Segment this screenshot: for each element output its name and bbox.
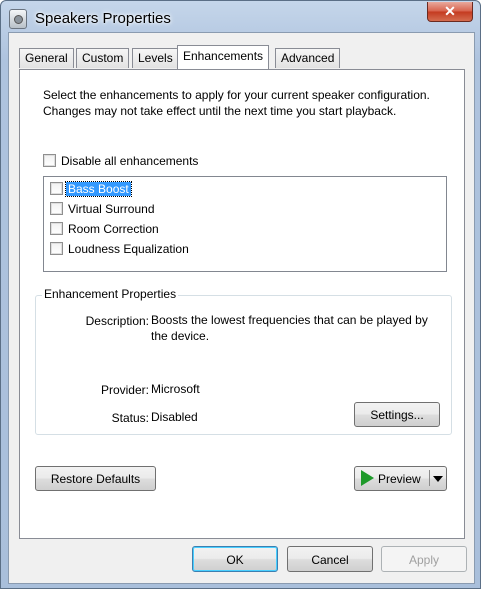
tab-advanced[interactable]: Advanced [275, 48, 341, 68]
provider-value: Microsoft [151, 382, 200, 396]
virtual-surround-checkbox[interactable] [50, 202, 63, 215]
speaker-icon [9, 9, 27, 29]
list-item-virtual-surround[interactable]: Virtual Surround [50, 202, 155, 216]
group-title: Enhancement Properties [42, 287, 179, 301]
window-title: Speakers Properties [35, 10, 171, 27]
preview-button[interactable]: Preview [354, 466, 447, 491]
tab-levels[interactable]: Levels [132, 48, 179, 68]
cancel-button[interactable]: Cancel [287, 546, 373, 572]
title-bar[interactable]: Speakers Properties ✕ [1, 1, 480, 35]
provider-label: Provider: [100, 383, 149, 397]
speakers-properties-window: Speakers Properties ✕ General Custom Lev… [0, 0, 481, 589]
enhancements-list[interactable]: Bass Boost Virtual Surround Room Correct… [43, 176, 447, 272]
tab-general[interactable]: General [19, 48, 74, 68]
intro-text: Select the enhancements to apply for you… [43, 88, 430, 118]
room-correction-label: Room Correction [68, 222, 159, 236]
restore-defaults-button[interactable]: Restore Defaults [35, 466, 156, 491]
status-label: Status: [111, 411, 149, 425]
disable-all-checkbox[interactable] [43, 154, 56, 167]
tab-custom[interactable]: Custom [76, 48, 130, 68]
ok-button[interactable]: OK [192, 546, 278, 572]
enhancement-properties-group: Enhancement Properties Description: Boos… [35, 287, 452, 435]
description-label: Description: [85, 314, 149, 328]
disable-all-row[interactable]: Disable all enhancements [43, 154, 198, 168]
list-item-bass-boost[interactable]: Bass Boost [50, 181, 132, 197]
play-icon [361, 470, 374, 486]
bass-boost-checkbox[interactable] [50, 182, 63, 195]
chevron-down-icon[interactable] [433, 476, 443, 482]
description-value: Boosts the lowest frequencies that can b… [151, 313, 428, 343]
tab-enhancements[interactable]: Enhancements [177, 45, 270, 69]
settings-button[interactable]: Settings... [354, 402, 440, 427]
close-button[interactable]: ✕ [427, 2, 473, 22]
dialog-client-area: General Custom Levels Enhancements Advan… [8, 32, 475, 584]
list-item-loudness-equalization[interactable]: Loudness Equalization [50, 242, 189, 256]
enhancements-panel: Select the enhancements to apply for you… [19, 69, 465, 539]
apply-button[interactable]: Apply [381, 546, 467, 572]
bass-boost-label: Bass Boost [65, 181, 132, 197]
virtual-surround-label: Virtual Surround [68, 202, 155, 216]
loudness-equalization-label: Loudness Equalization [68, 242, 189, 256]
disable-all-label: Disable all enhancements [61, 154, 199, 168]
room-correction-checkbox[interactable] [50, 222, 63, 235]
loudness-equalization-checkbox[interactable] [50, 242, 63, 255]
split-divider [429, 470, 430, 486]
list-item-room-correction[interactable]: Room Correction [50, 222, 159, 236]
preview-label: Preview [378, 472, 421, 486]
